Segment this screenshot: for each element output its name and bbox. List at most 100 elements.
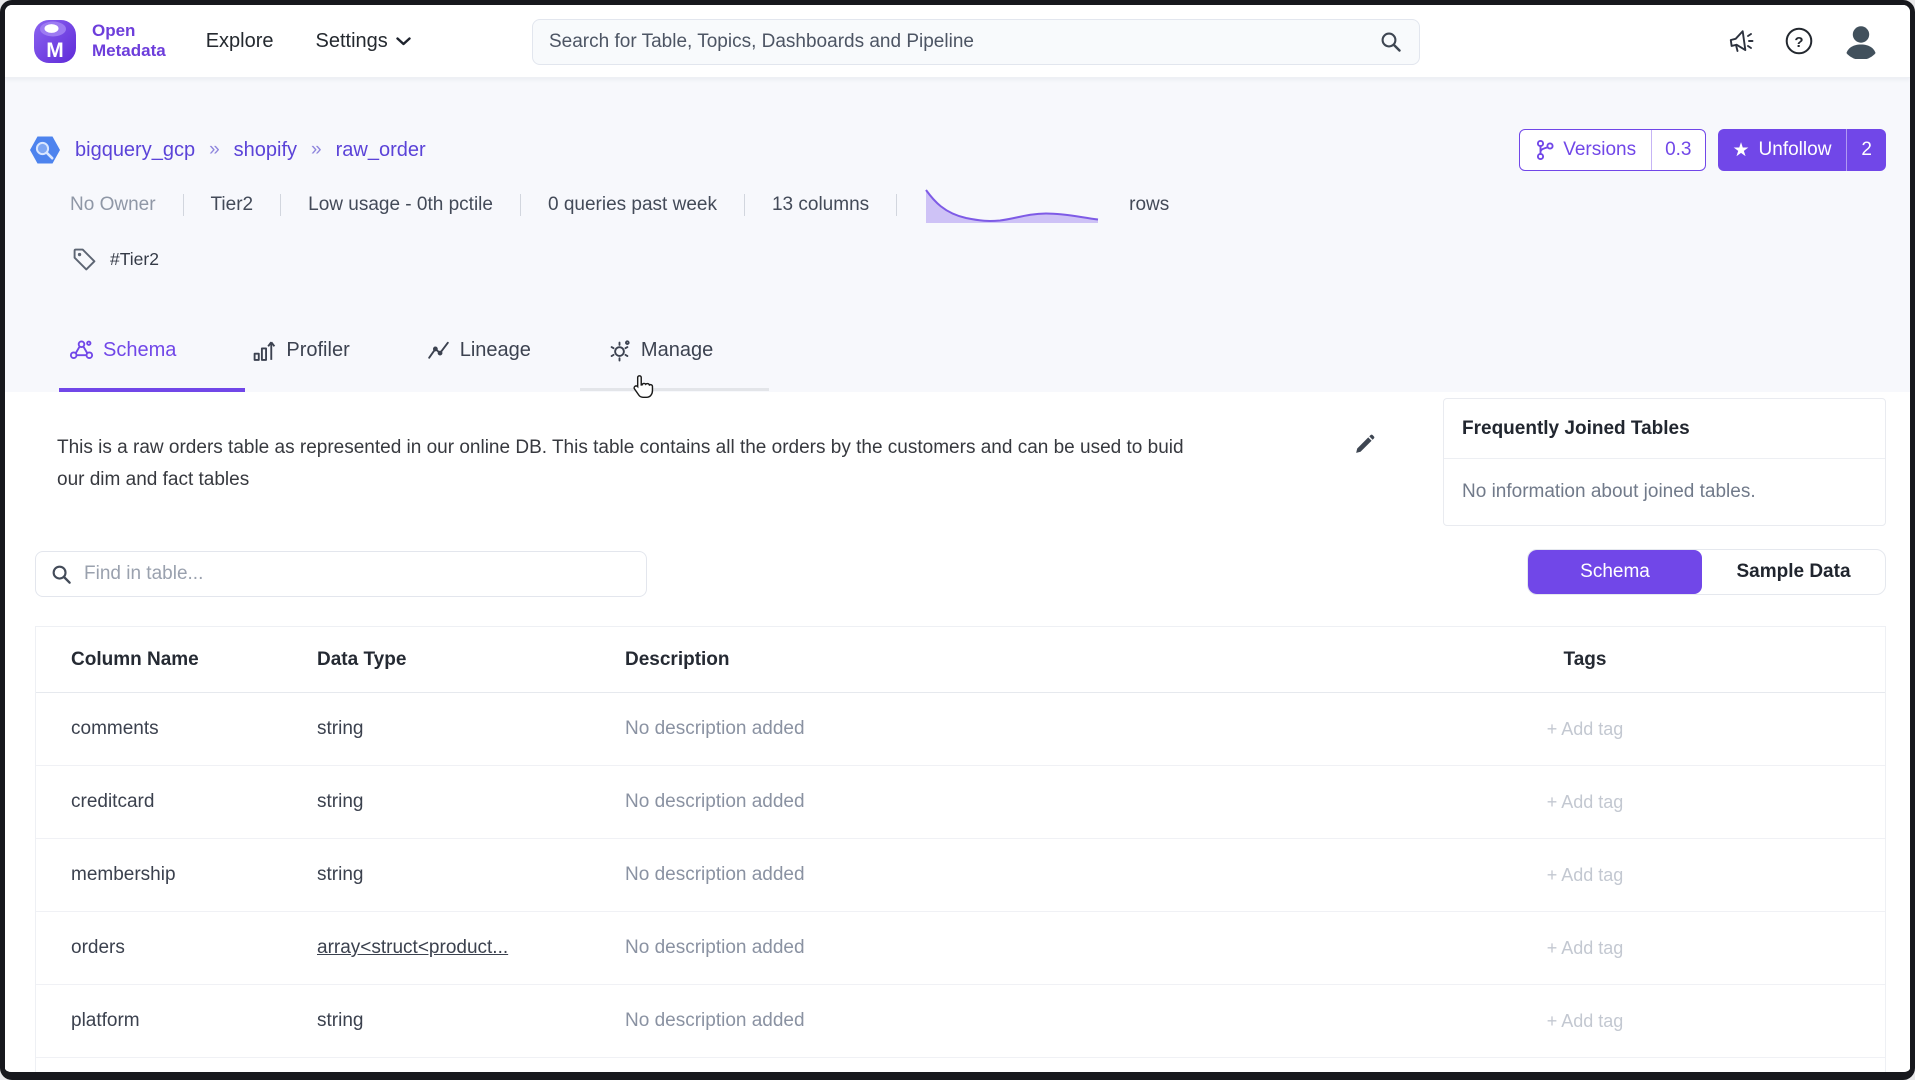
nav-settings[interactable]: Settings [316,30,411,53]
tags-row: #Tier2 [71,244,1886,274]
star-icon: ★ [1733,141,1750,160]
app-window: M Open Metadata Explore Settings [0,0,1915,1080]
column-type: string [317,1010,625,1032]
column-name: platform [36,1010,317,1032]
versions-button[interactable]: Versions 0.3 [1519,129,1705,171]
rows-trend-sparkline [924,185,1102,225]
add-tag-button[interactable]: + Add tag [1285,792,1885,813]
divider [896,194,897,216]
column-description: No description added [625,864,1285,886]
column-type: string [317,791,625,813]
header-description: Description [625,649,1285,671]
table-row: comments string No description added + A… [36,693,1885,766]
rows-label: rows [1129,194,1169,216]
breadcrumb-separator: » [209,139,220,161]
entity-actions: Versions 0.3 ★ Unfollow 2 [1519,129,1886,171]
divider [280,194,281,216]
column-type-expand-link[interactable]: array<struct<product... [317,937,508,958]
find-search-icon [50,563,73,586]
column-name: creditcard [36,791,317,813]
openmetadata-logo[interactable]: M Open Metadata [29,15,166,67]
chevron-down-icon [396,37,411,46]
table-row: platform string No description added + A… [36,985,1885,1058]
version-number: 0.3 [1651,130,1704,170]
breadcrumb-service-link[interactable]: bigquery_gcp [75,139,195,162]
tag-icon [71,246,98,273]
help-icon[interactable]: ? [1784,26,1814,56]
toggle-sample-data-button[interactable]: Sample Data [1702,550,1885,594]
column-name: orders [36,937,317,959]
tab-schema[interactable]: Schema [69,336,176,364]
edit-description-pencil-icon[interactable] [1352,432,1377,462]
manage-tab-hover-indicator [580,388,769,391]
schema-tab-panel: This is a raw orders table as represente… [5,392,1910,1080]
nav-explore[interactable]: Explore [206,30,274,53]
schema-icon [69,338,94,363]
bigquery-service-icon [29,134,61,166]
columns-table: Column Name Data Type Description Tags c… [35,626,1886,1080]
search-icon[interactable] [1379,30,1403,54]
toggle-schema-button[interactable]: Schema [1528,550,1702,594]
frequently-joined-tables-card: Frequently Joined Tables No information … [1443,398,1886,526]
breadcrumb-table-link[interactable]: raw_order [336,139,426,162]
usage-label: Low usage - 0th pctile [308,194,493,216]
followers-count: 2 [1846,129,1886,171]
header-column-name: Column Name [36,649,317,671]
column-description: No description added [625,791,1285,813]
tier-tag[interactable]: #Tier2 [110,249,159,270]
divider [183,194,184,216]
openmetadata-logo-icon: M [29,15,81,67]
tab-manage[interactable]: Manage [607,336,713,364]
unfollow-button[interactable]: ★ Unfollow 2 [1718,129,1887,171]
add-tag-button[interactable]: + Add tag [1285,865,1885,886]
breadcrumb-separator: » [311,139,322,161]
column-description: No description added [625,718,1285,740]
find-in-table [35,551,647,597]
profiler-icon [252,338,277,363]
breadcrumb-schema-link[interactable]: shopify [234,139,297,162]
add-tag-button[interactable]: + Add tag [1285,719,1885,740]
frequently-joined-tables-empty-message: No information about joined tables. [1444,459,1885,525]
user-avatar[interactable] [1842,22,1880,60]
mouse-cursor [630,374,656,405]
header-data-type: Data Type [317,649,625,671]
breadcrumb: bigquery_gcp » shopify » raw_order [29,134,426,166]
entity-tabs: Schema Profiler [29,324,1886,392]
find-in-table-input[interactable] [84,563,632,585]
tab-lineage[interactable]: Lineage [426,336,531,364]
table-row: membership string No description added +… [36,839,1885,912]
table-row: creditcard string No description added +… [36,766,1885,839]
entity-header: bigquery_gcp » shopify » raw_order [5,128,1910,392]
lineage-icon [426,338,451,363]
main-nav: Explore Settings [206,30,411,53]
global-search-input[interactable] [549,31,1379,53]
column-description: No description added [625,937,1285,959]
svg-text:M: M [46,39,64,62]
column-name: membership [36,864,317,886]
column-name: comments [36,718,317,740]
columns-count-label: 13 columns [772,194,869,216]
column-type: string [317,864,625,886]
tab-profiler[interactable]: Profiler [252,336,349,364]
table-row: orders array<struct<product... No descri… [36,912,1885,985]
owner-label: No Owner [70,194,156,216]
columns-table-header: Column Name Data Type Description Tags [36,627,1885,693]
divider [744,194,745,216]
header-tags: Tags [1285,649,1885,671]
column-description: No description added [625,1010,1285,1032]
whats-new-megaphone-icon[interactable] [1726,26,1756,56]
frequently-joined-tables-title: Frequently Joined Tables [1444,399,1885,459]
add-tag-button[interactable]: + Add tag [1285,1011,1885,1032]
column-type: string [317,718,625,740]
logo-wordmark: Open Metadata [92,21,166,61]
table-description: This is a raw orders table as represente… [57,392,1207,496]
svg-text:?: ? [1794,34,1803,51]
divider [520,194,521,216]
schema-view-toggle: Schema Sample Data [1527,549,1886,595]
git-branch-icon [1535,139,1555,161]
top-right-icons: ? [1726,22,1886,60]
breadcrumb-row: bigquery_gcp » shopify » raw_order [29,128,1886,172]
manage-gear-icon [607,338,632,363]
queries-label: 0 queries past week [548,194,717,216]
add-tag-button[interactable]: + Add tag [1285,938,1885,959]
